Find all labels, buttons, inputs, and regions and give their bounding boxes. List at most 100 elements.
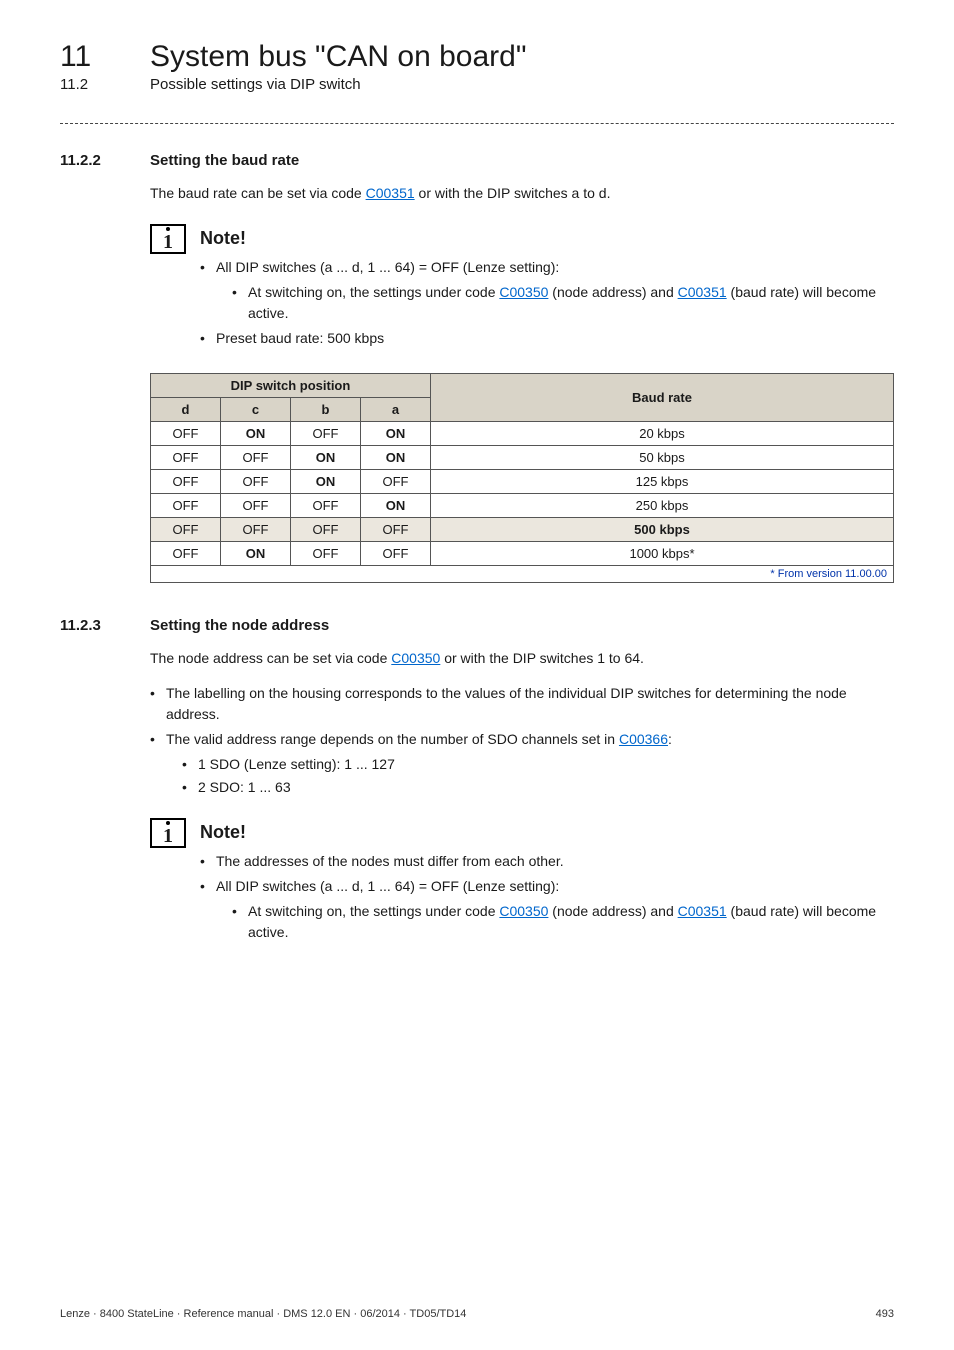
- subsection-number: 11.2: [60, 76, 120, 93]
- table-footer: * From version 11.00.00: [151, 566, 894, 583]
- table-cell: 50 kbps: [431, 446, 894, 470]
- list-item: 2 SDO: 1 ... 63: [182, 777, 894, 798]
- table-row: OFFOFFOFFOFF500 kbps: [151, 518, 894, 542]
- table-cell: OFF: [361, 542, 431, 566]
- section2-list: The labelling on the housing corresponds…: [150, 683, 894, 798]
- col-a: a: [361, 398, 431, 422]
- col-b: b: [291, 398, 361, 422]
- note2-list: The addresses of the nodes must differ f…: [200, 851, 894, 943]
- section-heading-2: 11.2.3 Setting the node address: [60, 617, 894, 634]
- text: or with the DIP switches a to d.: [415, 185, 611, 201]
- text: At switching on, the settings under code: [248, 284, 499, 300]
- page-footer: Lenze · 8400 StateLine · Reference manua…: [60, 1308, 894, 1320]
- col-c: c: [221, 398, 291, 422]
- code-link-c00351[interactable]: C00351: [678, 284, 727, 300]
- table-cell: 20 kbps: [431, 422, 894, 446]
- col-d: d: [151, 398, 221, 422]
- note-title: Note!: [200, 228, 894, 249]
- list-item: At switching on, the settings under code…: [232, 901, 894, 943]
- table-cell: OFF: [361, 470, 431, 494]
- footer-right: 493: [876, 1308, 894, 1320]
- text: (node address) and: [548, 903, 677, 919]
- section1-intro: The baud rate can be set via code C00351…: [150, 183, 894, 204]
- table-cell: OFF: [291, 494, 361, 518]
- text: The baud rate can be set via code: [150, 185, 366, 201]
- table-cell: ON: [221, 542, 291, 566]
- section-number: 11.2.2: [60, 152, 120, 169]
- table-row: OFFONOFFON20 kbps: [151, 422, 894, 446]
- subsection-title: Possible settings via DIP switch: [150, 76, 361, 93]
- note1-list: All DIP switches (a ... d, 1 ... 64) = O…: [200, 257, 894, 349]
- table-cell: OFF: [221, 470, 291, 494]
- table-cell: 250 kbps: [431, 494, 894, 518]
- list-item: All DIP switches (a ... d, 1 ... 64) = O…: [200, 876, 894, 943]
- table-row: OFFOFFONON50 kbps: [151, 446, 894, 470]
- section-title: Setting the baud rate: [150, 152, 299, 169]
- table-cell: OFF: [221, 518, 291, 542]
- table-row: OFFONOFFOFF1000 kbps*: [151, 542, 894, 566]
- divider: [60, 123, 894, 124]
- table-cell: ON: [291, 446, 361, 470]
- text: The valid address range depends on the n…: [166, 731, 619, 747]
- list-item: The valid address range depends on the n…: [150, 729, 894, 798]
- code-link-c00351[interactable]: C00351: [678, 903, 727, 919]
- table-cell: OFF: [291, 542, 361, 566]
- note-box-2: 1 Note! The addresses of the nodes must …: [150, 818, 894, 943]
- baud-rate-table: DIP switch position Baud rate d c b a OF…: [150, 373, 894, 583]
- table-cell: OFF: [221, 494, 291, 518]
- list-item: The labelling on the housing corresponds…: [150, 683, 894, 725]
- table-cell: OFF: [151, 494, 221, 518]
- table-cell: ON: [361, 422, 431, 446]
- text: or with the DIP switches 1 to 64.: [440, 650, 644, 666]
- table-cell: OFF: [221, 446, 291, 470]
- text: All DIP switches (a ... d, 1 ... 64) = O…: [216, 878, 559, 894]
- table-row: OFFOFFOFFON250 kbps: [151, 494, 894, 518]
- table-cell: OFF: [291, 422, 361, 446]
- list-item: Preset baud rate: 500 kbps: [200, 328, 894, 349]
- list-item: At switching on, the settings under code…: [232, 282, 894, 324]
- table-header-rate: Baud rate: [431, 374, 894, 422]
- text: (node address) and: [548, 284, 677, 300]
- table-cell: OFF: [151, 446, 221, 470]
- code-link-c00351[interactable]: C00351: [366, 185, 415, 201]
- table-cell: ON: [361, 446, 431, 470]
- code-link-c00366[interactable]: C00366: [619, 731, 668, 747]
- section2-intro: The node address can be set via code C00…: [150, 648, 894, 669]
- list-item: 1 SDO (Lenze setting): 1 ... 127: [182, 754, 894, 775]
- section-heading-1: 11.2.2 Setting the baud rate: [60, 152, 894, 169]
- footer-left: Lenze · 8400 StateLine · Reference manua…: [60, 1308, 466, 1320]
- table-cell: 1000 kbps*: [431, 542, 894, 566]
- list-item: The addresses of the nodes must differ f…: [200, 851, 894, 872]
- info-icon: 1: [150, 224, 186, 254]
- list-item: All DIP switches (a ... d, 1 ... 64) = O…: [200, 257, 894, 324]
- text: At switching on, the settings under code: [248, 903, 499, 919]
- table-cell: ON: [221, 422, 291, 446]
- code-link-c00350[interactable]: C00350: [391, 650, 440, 666]
- table-cell: OFF: [291, 518, 361, 542]
- table-header-dip: DIP switch position: [151, 374, 431, 398]
- text: The node address can be set via code: [150, 650, 391, 666]
- table-cell: OFF: [151, 422, 221, 446]
- chapter-header: 11 System bus "CAN on board": [60, 40, 894, 74]
- table-cell: OFF: [361, 518, 431, 542]
- table-cell: 500 kbps: [431, 518, 894, 542]
- code-link-c00350[interactable]: C00350: [499, 903, 548, 919]
- section-title: Setting the node address: [150, 617, 329, 634]
- chapter-number: 11: [60, 40, 120, 74]
- table-cell: 125 kbps: [431, 470, 894, 494]
- text: :: [668, 731, 672, 747]
- table-cell: ON: [291, 470, 361, 494]
- table-cell: OFF: [151, 542, 221, 566]
- table-cell: OFF: [151, 518, 221, 542]
- note-box-1: 1 Note! All DIP switches (a ... d, 1 ...…: [150, 224, 894, 349]
- subsection-header: 11.2 Possible settings via DIP switch: [60, 76, 894, 93]
- table-row: OFFOFFONOFF125 kbps: [151, 470, 894, 494]
- code-link-c00350[interactable]: C00350: [499, 284, 548, 300]
- table-cell: ON: [361, 494, 431, 518]
- section-number: 11.2.3: [60, 617, 120, 634]
- note-title: Note!: [200, 822, 894, 843]
- info-icon: 1: [150, 818, 186, 848]
- text: All DIP switches (a ... d, 1 ... 64) = O…: [216, 259, 559, 275]
- chapter-title: System bus "CAN on board": [150, 40, 526, 74]
- table-cell: OFF: [151, 470, 221, 494]
